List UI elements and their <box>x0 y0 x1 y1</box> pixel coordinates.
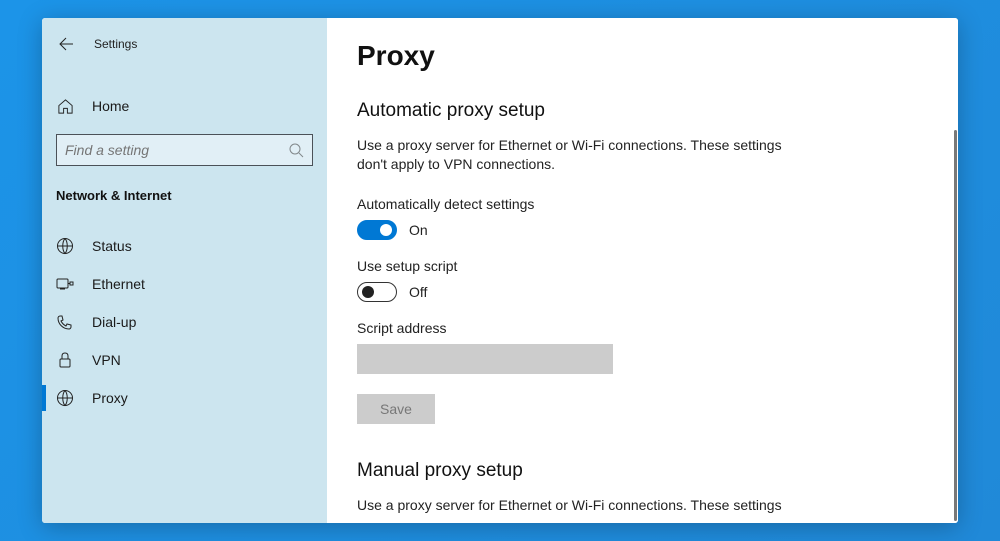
sidebar-item-label: VPN <box>92 352 121 368</box>
sidebar-item-label: Status <box>92 238 132 254</box>
setup-script-state: Off <box>409 284 427 300</box>
search-input[interactable] <box>65 142 288 158</box>
sidebar-item-label: Proxy <box>92 390 128 406</box>
search-input-wrap[interactable] <box>56 134 313 166</box>
dialup-icon <box>56 313 74 331</box>
sidebar-item-proxy[interactable]: Proxy <box>42 379 327 417</box>
content-area: Proxy Automatic proxy setup Use a proxy … <box>327 18 958 523</box>
setup-script-label: Use setup script <box>357 258 918 274</box>
sidebar-item-home[interactable]: Home <box>42 88 327 124</box>
setup-script-toggle[interactable] <box>357 282 397 302</box>
vpn-icon <box>56 351 74 369</box>
script-address-input <box>357 344 613 374</box>
detect-settings-state: On <box>409 222 428 238</box>
detect-settings-label: Automatically detect settings <box>357 196 918 212</box>
sidebar-item-ethernet[interactable]: Ethernet <box>42 265 327 303</box>
sidebar-item-status[interactable]: Status <box>42 227 327 265</box>
proxy-icon <box>56 389 74 407</box>
section-auto-title: Automatic proxy setup <box>357 100 918 122</box>
sidebar-item-label: Dial-up <box>92 314 136 330</box>
sidebar-category: Network & Internet <box>42 166 327 213</box>
save-button: Save <box>357 394 435 424</box>
page-title: Proxy <box>357 40 918 72</box>
settings-window: Settings Home Network & Internet <box>42 18 958 523</box>
search-icon <box>288 142 304 158</box>
ethernet-icon <box>56 275 74 293</box>
detect-settings-toggle[interactable] <box>357 220 397 240</box>
home-label: Home <box>92 98 129 114</box>
home-icon <box>56 97 74 115</box>
section-manual-title: Manual proxy setup <box>357 460 918 482</box>
app-title: Settings <box>94 37 137 51</box>
sidebar-item-dialup[interactable]: Dial-up <box>42 303 327 341</box>
section-auto-desc: Use a proxy server for Ethernet or Wi-Fi… <box>357 136 797 174</box>
sidebar-item-vpn[interactable]: VPN <box>42 341 327 379</box>
status-icon <box>56 237 74 255</box>
section-manual-desc: Use a proxy server for Ethernet or Wi-Fi… <box>357 496 797 515</box>
sidebar-nav: Status Ethernet Dial-up <box>42 227 327 417</box>
sidebar-item-label: Ethernet <box>92 276 145 292</box>
sidebar: Settings Home Network & Internet <box>42 18 327 523</box>
back-button[interactable] <box>56 34 76 54</box>
scrollbar[interactable] <box>954 130 957 521</box>
script-address-label: Script address <box>357 320 918 336</box>
